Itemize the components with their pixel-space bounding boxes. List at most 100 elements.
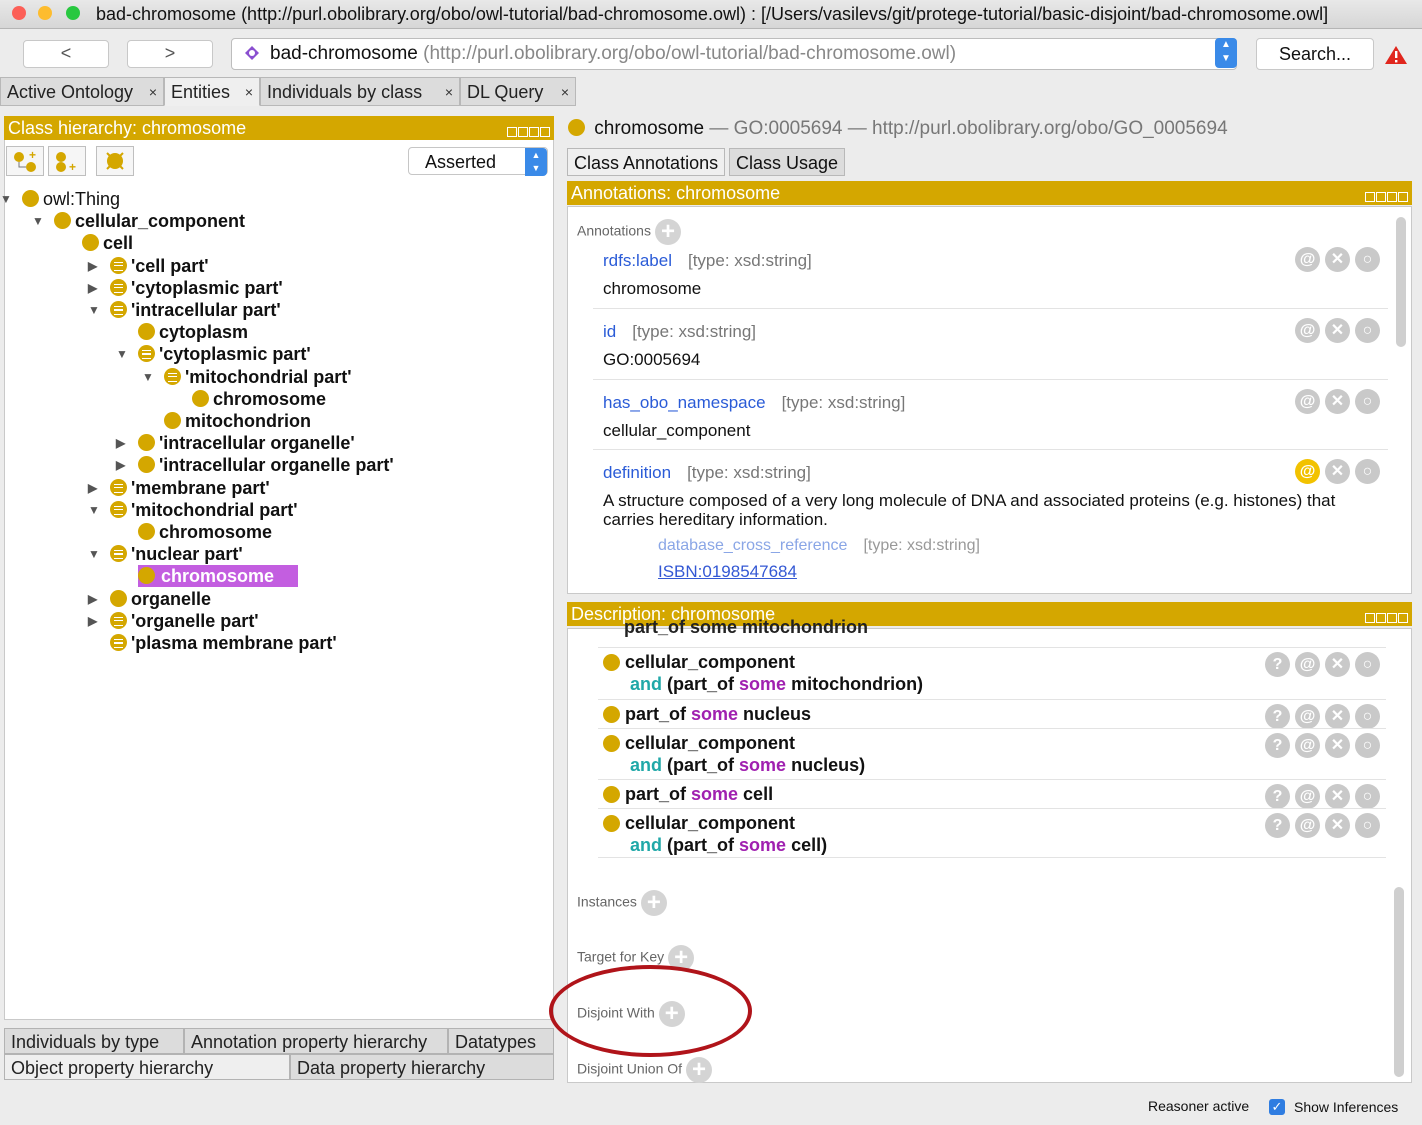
close-window-button[interactable] xyxy=(12,6,26,20)
explain-icon[interactable]: ? xyxy=(1265,813,1290,838)
tree-node[interactable]: ▶ 'organelle part' xyxy=(88,610,259,632)
annotation-property-link[interactable]: has_obo_namespace [type: xsd:string] xyxy=(603,393,905,413)
annotate-icon[interactable]: @ xyxy=(1295,652,1320,677)
add-disjoint-union-of-button[interactable]: + xyxy=(686,1057,713,1083)
tab-individuals-by-type[interactable]: Individuals by type xyxy=(4,1028,184,1054)
annotate-icon[interactable]: @ xyxy=(1295,247,1320,272)
tree-node[interactable]: ▶ 'cytoplasmic part' xyxy=(88,277,283,299)
tab-individuals-by-class[interactable]: Individuals by class × xyxy=(260,77,460,106)
annotate-icon[interactable]: @ xyxy=(1295,733,1320,758)
expanded-toggle-icon[interactable]: ▼ xyxy=(116,343,128,365)
delete-class-button[interactable] xyxy=(96,146,134,176)
collapsed-toggle-icon[interactable]: ▶ xyxy=(88,477,97,499)
delete-icon[interactable]: ✕ xyxy=(1325,704,1350,729)
chevron-updown-icon[interactable]: ▲ ▼ xyxy=(1215,38,1237,68)
delete-icon[interactable]: ✕ xyxy=(1325,813,1350,838)
tree-node[interactable]: 'plasma membrane part' xyxy=(110,632,337,654)
delete-icon[interactable]: ✕ xyxy=(1325,784,1350,809)
tree-node[interactable]: ▼ cellular_component xyxy=(32,210,245,232)
tab-entities[interactable]: Entities × xyxy=(164,77,260,106)
add-instances-button[interactable]: + xyxy=(640,890,667,916)
expanded-toggle-icon[interactable]: ▼ xyxy=(88,499,100,521)
delete-icon[interactable]: ✕ xyxy=(1325,652,1350,677)
collapsed-toggle-icon[interactable]: ▶ xyxy=(88,255,97,277)
tree-node[interactable]: ▶ 'membrane part' xyxy=(88,477,270,499)
tree-node[interactable]: cytoplasm xyxy=(138,321,248,343)
collapsed-toggle-icon[interactable]: ▶ xyxy=(88,588,97,610)
delete-icon[interactable]: ✕ xyxy=(1325,318,1350,343)
tree-node[interactable]: cell xyxy=(82,232,133,254)
tree-node[interactable]: ▶ 'intracellular organelle part' xyxy=(116,454,394,476)
expanded-toggle-icon[interactable]: ▼ xyxy=(32,210,44,232)
tree-node[interactable]: chromosome xyxy=(192,388,326,410)
annotation-property[interactable]: rdfs:label xyxy=(603,251,672,270)
delete-icon[interactable]: ✕ xyxy=(1325,733,1350,758)
tree-node[interactable]: chromosome xyxy=(138,565,299,588)
annotation-property-link[interactable]: definition [type: xsd:string] xyxy=(603,463,811,483)
explain-icon[interactable]: ? xyxy=(1265,652,1290,677)
superclass-expression[interactable]: part_of some nucleus xyxy=(625,703,811,725)
hierarchy-mode-select[interactable]: Asserted ▲ ▼ xyxy=(408,147,548,176)
delete-icon[interactable]: ✕ xyxy=(1325,459,1350,484)
close-tab-icon[interactable]: × xyxy=(445,78,453,107)
scrollbar[interactable] xyxy=(1396,217,1406,347)
tree-node[interactable]: chromosome xyxy=(138,521,272,543)
superclass-expression[interactable]: cellular_component and (part_of some nuc… xyxy=(625,732,865,776)
close-tab-icon[interactable]: × xyxy=(561,78,569,107)
tree-node[interactable]: ▶ 'cell part' xyxy=(88,255,209,277)
tree-node[interactable]: ▼ 'mitochondrial part' xyxy=(142,366,352,388)
tree-node[interactable]: ▼ 'nuclear part' xyxy=(88,543,243,565)
zoom-window-button[interactable] xyxy=(66,6,80,20)
collapsed-toggle-icon[interactable]: ▶ xyxy=(116,432,125,454)
delete-icon[interactable]: ✕ xyxy=(1325,389,1350,414)
edit-icon[interactable]: ○ xyxy=(1355,813,1380,838)
tab-class-usage[interactable]: Class Usage xyxy=(729,148,846,176)
annotation-property[interactable]: definition xyxy=(603,463,671,482)
annotation-property-link[interactable]: rdfs:label [type: xsd:string] xyxy=(603,251,812,271)
add-annotation-button[interactable]: + xyxy=(654,219,681,245)
scrollbar[interactable] xyxy=(1394,887,1404,1077)
tree-node[interactable]: ▼ 'cytoplasmic part' xyxy=(116,343,311,365)
collapsed-toggle-icon[interactable]: ▶ xyxy=(116,454,125,476)
annotation-property-link[interactable]: id [type: xsd:string] xyxy=(603,322,756,342)
tab-active-ontology[interactable]: Active Ontology × xyxy=(0,77,164,106)
expanded-toggle-icon[interactable]: ▼ xyxy=(142,366,154,388)
tree-node[interactable]: ▼ 'mitochondrial part' xyxy=(88,499,298,521)
superclass-expression[interactable]: cellular_component and (part_of some cel… xyxy=(625,812,827,856)
tab-annotation-property-hierarchy[interactable]: Annotation property hierarchy xyxy=(184,1028,448,1054)
annotation-property[interactable]: id xyxy=(603,322,616,341)
annotate-icon[interactable]: @ xyxy=(1295,389,1320,414)
add-subclass-button[interactable]: + xyxy=(6,146,44,176)
tab-class-annotations[interactable]: Class Annotations xyxy=(567,148,726,176)
explain-icon[interactable]: ? xyxy=(1265,733,1290,758)
edit-icon[interactable]: ○ xyxy=(1355,247,1380,272)
tree-node[interactable]: ▶ 'intracellular organelle' xyxy=(116,432,355,454)
tab-datatypes[interactable]: Datatypes xyxy=(448,1028,554,1054)
annotate-icon[interactable]: @ xyxy=(1295,704,1320,729)
collapsed-toggle-icon[interactable]: ▶ xyxy=(88,610,97,632)
annotate-icon[interactable]: @ xyxy=(1295,459,1320,484)
minimize-window-button[interactable] xyxy=(38,6,52,20)
superclass-expression[interactable]: cellular_component and (part_of some mit… xyxy=(625,651,923,695)
tab-object-property-hierarchy[interactable]: Object property hierarchy xyxy=(4,1054,290,1080)
edit-icon[interactable]: ○ xyxy=(1355,733,1380,758)
edit-icon[interactable]: ○ xyxy=(1355,318,1380,343)
close-tab-icon[interactable]: × xyxy=(149,78,157,107)
isbn-link[interactable]: ISBN:0198547684 xyxy=(658,562,797,582)
search-button[interactable]: Search... xyxy=(1256,38,1374,70)
add-sibling-button[interactable]: + xyxy=(48,146,86,176)
back-button[interactable]: < xyxy=(23,40,109,68)
ontology-selector[interactable]: bad-chromosome (http://purl.obolibrary.o… xyxy=(231,38,1237,70)
explain-icon[interactable]: ? xyxy=(1265,784,1290,809)
window-controls-icon[interactable] xyxy=(506,121,550,145)
delete-icon[interactable]: ✕ xyxy=(1325,247,1350,272)
annotate-icon[interactable]: @ xyxy=(1295,813,1320,838)
annotate-icon[interactable]: @ xyxy=(1295,784,1320,809)
show-inferences-checkbox[interactable]: ✓ xyxy=(1269,1099,1285,1115)
sub-annotation-property[interactable]: database_cross_reference xyxy=(658,537,847,554)
forward-button[interactable]: > xyxy=(127,40,213,68)
tab-dl-query[interactable]: DL Query × xyxy=(460,77,576,106)
close-tab-icon[interactable]: × xyxy=(245,78,253,107)
tree-node[interactable]: mitochondrion xyxy=(164,410,311,432)
expanded-toggle-icon[interactable]: ▼ xyxy=(88,543,100,565)
